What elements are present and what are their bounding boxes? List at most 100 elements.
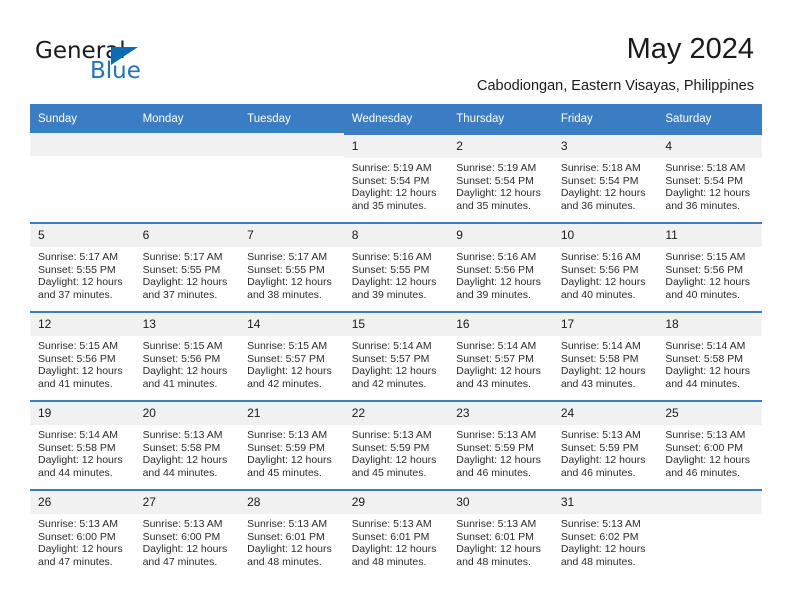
calendar-day-cell[interactable]: 6 Sunrise: 5:17 AM Sunset: 5:55 PM Daylight… <box>134 222 240 311</box>
day-number: 25 <box>657 402 762 425</box>
day-cell-inner: 4 Sunrise: 5:18 AM Sunset: 5:54 PM Daylight… <box>657 133 762 222</box>
calendar-day-cell[interactable]: 9 Sunrise: 5:16 AM Sunset: 5:56 PM Daylight… <box>448 222 553 311</box>
calendar-day-cell[interactable]: 22 Sunrise: 5:13 AM Sunset: 5:59 PM Dayligh… <box>343 400 449 489</box>
day-sun-info: Sunrise: 5:14 AM Sunset: 5:57 PM Daylight:… <box>344 336 449 390</box>
day-sun-info: Sunrise: 5:18 AM Sunset: 5:54 PM Daylight:… <box>553 158 658 212</box>
calendar-day-cell[interactable]: 29 Sunrise: 5:13 AM Sunset: 6:01 PM Dayligh… <box>343 489 449 578</box>
day-number <box>239 133 344 156</box>
calendar-day-cell-empty <box>30 133 135 222</box>
day-sun-info: Sunrise: 5:13 AM Sunset: 6:01 PM Daylight:… <box>239 514 344 568</box>
daylight-text-line1: Daylight: 12 hours <box>351 187 437 200</box>
sunset-text: Sunset: 6:01 PM <box>456 530 534 543</box>
daylight-text-line1: Daylight: 12 hours <box>560 543 646 556</box>
day-cell-inner <box>134 133 240 222</box>
day-cell-inner: 19 Sunrise: 5:14 AM Sunset: 5:58 PM Dayligh… <box>30 400 135 489</box>
calendar-day-cell[interactable]: 21 Sunrise: 5:13 AM Sunset: 5:59 PM Dayligh… <box>239 400 344 489</box>
daylight-text-line2: and 42 minutes. <box>351 377 427 390</box>
daylight-text-line2: and 45 minutes. <box>351 466 427 479</box>
calendar-day-cell[interactable]: 23 Sunrise: 5:13 AM Sunset: 5:59 PM Dayligh… <box>448 400 553 489</box>
day-sun-info: Sunrise: 5:14 AM Sunset: 5:58 PM Daylight:… <box>30 425 135 479</box>
daylight-text-line1: Daylight: 12 hours <box>38 454 123 467</box>
daylight-text-line1: Daylight: 12 hours <box>560 365 646 378</box>
day-sun-info: Sunrise: 5:15 AM Sunset: 5:56 PM Daylight:… <box>135 336 240 390</box>
sunset-text: Sunset: 5:58 PM <box>38 441 116 454</box>
calendar-day-cell[interactable]: 18 Sunrise: 5:14 AM Sunset: 5:58 PM Dayligh… <box>657 311 762 400</box>
daylight-text-line2: and 44 minutes. <box>665 377 741 390</box>
sunrise-text: Sunrise: 5:13 AM <box>560 518 641 530</box>
weekday-header-tuesday: Tuesday <box>239 104 344 133</box>
day-sun-info: Sunrise: 5:19 AM Sunset: 5:54 PM Daylight:… <box>344 158 449 212</box>
calendar-day-cell[interactable]: 24 Sunrise: 5:13 AM Sunset: 5:59 PM Dayligh… <box>552 400 658 489</box>
day-cell-inner: 29 Sunrise: 5:13 AM Sunset: 6:01 PM Dayligh… <box>343 489 449 578</box>
day-number: 9 <box>448 224 553 247</box>
calendar-day-cell[interactable]: 27 Sunrise: 5:13 AM Sunset: 6:00 PM Dayligh… <box>134 489 240 578</box>
calendar-day-cell[interactable]: 2 Sunrise: 5:19 AM Sunset: 5:54 PM Daylight… <box>448 133 553 222</box>
calendar-day-cell[interactable]: 31 Sunrise: 5:13 AM Sunset: 6:02 PM Dayligh… <box>552 489 658 578</box>
day-number: 3 <box>552 135 658 158</box>
day-number: 11 <box>657 224 762 247</box>
sunset-text: Sunset: 5:56 PM <box>665 263 744 276</box>
calendar-day-cell[interactable]: 11 Sunrise: 5:15 AM Sunset: 5:56 PM Dayligh… <box>657 222 762 311</box>
calendar-week-row: 1 Sunrise: 5:19 AM Sunset: 5:54 PM Daylight… <box>30 133 762 222</box>
day-sun-info: Sunrise: 5:13 AM Sunset: 5:59 PM Daylight:… <box>344 425 449 479</box>
calendar-week-row: 26 Sunrise: 5:13 AM Sunset: 6:00 PM Dayligh… <box>30 489 762 578</box>
calendar-day-cell[interactable]: 26 Sunrise: 5:13 AM Sunset: 6:00 PM Dayligh… <box>30 489 135 578</box>
sunrise-text: Sunrise: 5:13 AM <box>38 518 118 530</box>
calendar-day-cell[interactable]: 13 Sunrise: 5:15 AM Sunset: 5:56 PM Dayligh… <box>134 311 240 400</box>
calendar-grid: Sunday Monday Tuesday Wednesday Thursday… <box>30 104 762 578</box>
sunrise-text: Sunrise: 5:14 AM <box>560 340 641 352</box>
calendar-day-cell[interactable]: 16 Sunrise: 5:14 AM Sunset: 5:57 PM Dayligh… <box>448 311 553 400</box>
sunrise-text: Sunrise: 5:13 AM <box>351 429 432 441</box>
day-number: 20 <box>134 402 240 425</box>
sunset-text: Sunset: 5:59 PM <box>351 441 430 454</box>
daylight-text-line1: Daylight: 12 hours <box>142 543 228 556</box>
day-number: 8 <box>343 224 449 247</box>
calendar-day-cell[interactable]: 10 Sunrise: 5:16 AM Sunset: 5:56 PM Dayligh… <box>552 222 658 311</box>
calendar-day-cell[interactable]: 17 Sunrise: 5:14 AM Sunset: 5:58 PM Dayligh… <box>552 311 658 400</box>
day-sun-info: Sunrise: 5:17 AM Sunset: 5:55 PM Daylight:… <box>239 247 344 301</box>
day-number: 13 <box>134 313 240 336</box>
day-sun-info: Sunrise: 5:14 AM Sunset: 5:57 PM Daylight:… <box>448 336 553 390</box>
sunset-text: Sunset: 5:55 PM <box>142 263 221 276</box>
sunrise-text: Sunrise: 5:17 AM <box>247 251 328 263</box>
calendar-day-cell[interactable]: 20 Sunrise: 5:13 AM Sunset: 5:58 PM Dayligh… <box>134 400 240 489</box>
calendar-day-cell[interactable]: 7 Sunrise: 5:17 AM Sunset: 5:55 PM Daylight… <box>239 222 344 311</box>
daylight-text-line1: Daylight: 12 hours <box>247 543 332 556</box>
day-number: 23 <box>448 402 553 425</box>
weekday-header-thursday: Thursday <box>448 104 553 133</box>
calendar-day-cell[interactable]: 25 Sunrise: 5:13 AM Sunset: 6:00 PM Dayligh… <box>657 400 762 489</box>
calendar-day-cell[interactable]: 28 Sunrise: 5:13 AM Sunset: 6:01 PM Dayligh… <box>239 489 344 578</box>
calendar-day-cell[interactable]: 5 Sunrise: 5:17 AM Sunset: 5:55 PM Daylight… <box>30 222 135 311</box>
day-number: 10 <box>552 224 658 247</box>
general-blue-logo[interactable]: General Blue <box>35 38 265 90</box>
calendar-day-cell[interactable]: 30 Sunrise: 5:13 AM Sunset: 6:01 PM Dayligh… <box>448 489 553 578</box>
calendar-day-cell[interactable]: 15 Sunrise: 5:14 AM Sunset: 5:57 PM Dayligh… <box>343 311 449 400</box>
daylight-text-line1: Daylight: 12 hours <box>665 276 751 289</box>
day-cell-inner: 17 Sunrise: 5:14 AM Sunset: 5:58 PM Dayligh… <box>552 311 658 400</box>
day-number: 4 <box>657 135 762 158</box>
calendar-day-cell[interactable]: 14 Sunrise: 5:15 AM Sunset: 5:57 PM Dayligh… <box>239 311 344 400</box>
calendar-day-cell[interactable]: 3 Sunrise: 5:18 AM Sunset: 5:54 PM Daylight… <box>552 133 658 222</box>
weekday-header-friday: Friday <box>552 104 658 133</box>
day-sun-info: Sunrise: 5:13 AM Sunset: 6:00 PM Daylight:… <box>135 514 240 568</box>
daylight-text-line2: and 35 minutes. <box>351 199 427 212</box>
daylight-text-line2: and 46 minutes. <box>560 466 636 479</box>
calendar-day-cell[interactable]: 4 Sunrise: 5:18 AM Sunset: 5:54 PM Daylight… <box>657 133 762 222</box>
weekday-header-sunday: Sunday <box>30 104 135 133</box>
day-cell-inner: 18 Sunrise: 5:14 AM Sunset: 5:58 PM Dayligh… <box>657 311 762 400</box>
day-number: 2 <box>448 135 553 158</box>
calendar-day-cell[interactable]: 1 Sunrise: 5:19 AM Sunset: 5:54 PM Daylight… <box>343 133 449 222</box>
day-cell-inner: 6 Sunrise: 5:17 AM Sunset: 5:55 PM Daylight… <box>134 222 240 311</box>
calendar-day-cell[interactable]: 19 Sunrise: 5:14 AM Sunset: 5:58 PM Dayligh… <box>30 400 135 489</box>
page-header: General Blue May 2024 Cabodiongan, Easte… <box>0 0 792 103</box>
day-sun-info: Sunrise: 5:16 AM Sunset: 5:56 PM Daylight:… <box>448 247 553 301</box>
day-cell-inner: 12 Sunrise: 5:15 AM Sunset: 5:56 PM Dayligh… <box>30 311 135 400</box>
day-cell-inner: 9 Sunrise: 5:16 AM Sunset: 5:56 PM Daylight… <box>448 222 553 311</box>
calendar-day-cell[interactable]: 8 Sunrise: 5:16 AM Sunset: 5:55 PM Daylight… <box>343 222 449 311</box>
day-number: 15 <box>343 313 449 336</box>
daylight-text-line1: Daylight: 12 hours <box>38 543 123 556</box>
sunset-text: Sunset: 5:56 PM <box>560 263 639 276</box>
day-cell-inner: 21 Sunrise: 5:13 AM Sunset: 5:59 PM Dayligh… <box>239 400 344 489</box>
calendar-day-cell[interactable]: 12 Sunrise: 5:15 AM Sunset: 5:56 PM Dayligh… <box>30 311 135 400</box>
day-sun-info: Sunrise: 5:15 AM Sunset: 5:56 PM Daylight:… <box>657 247 762 301</box>
